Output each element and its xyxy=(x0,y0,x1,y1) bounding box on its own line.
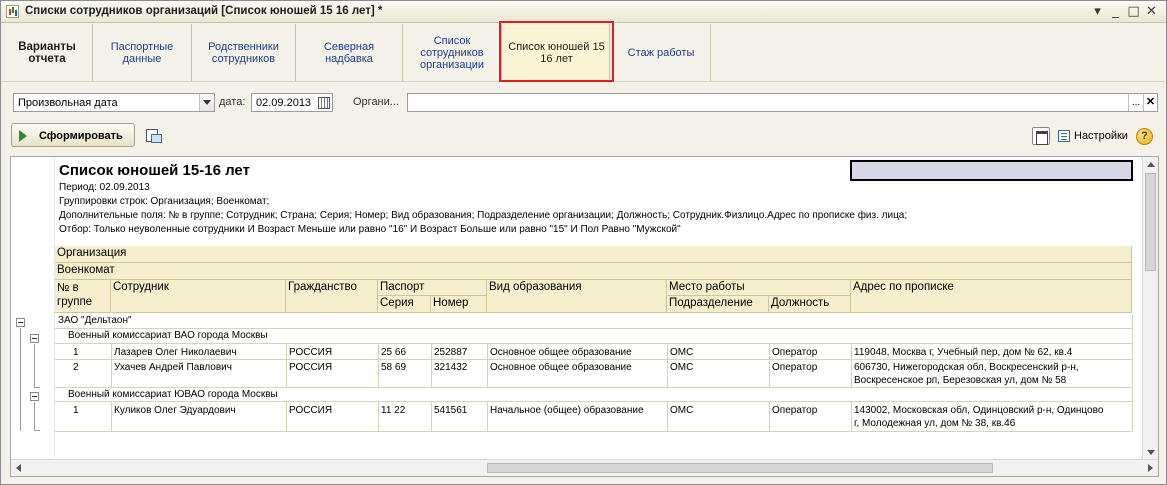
military-group-row[interactable]: Военный комиссариат ВАО города Москвы xyxy=(55,329,1132,344)
help-icon[interactable]: ? xyxy=(1136,128,1153,145)
grid-line xyxy=(431,344,432,387)
tab-employee-relatives[interactable]: Родственники сотрудников xyxy=(192,24,296,81)
header-employee: Сотрудник xyxy=(111,280,286,313)
grid-line xyxy=(378,344,379,387)
scroll-thumb[interactable] xyxy=(487,463,993,473)
grid-line xyxy=(111,344,112,387)
calendar-icon[interactable] xyxy=(316,95,331,110)
toolbar: Сформировать Настройки ? xyxy=(2,117,1165,155)
row-divider xyxy=(55,431,1132,432)
vertical-scrollbar[interactable] xyxy=(1142,157,1158,460)
tree-line xyxy=(34,387,40,388)
grid-line xyxy=(769,344,770,387)
tree-line xyxy=(34,430,40,431)
scroll-down-icon[interactable] xyxy=(1147,450,1155,455)
horizontal-scrollbar[interactable] xyxy=(11,459,1158,476)
tree-line xyxy=(34,344,35,388)
grid-line xyxy=(1132,314,1133,431)
tab-youth-15-16[interactable]: Список юношей 15 16 лет xyxy=(499,21,614,82)
date-label: дата: xyxy=(219,96,246,108)
collapse-org-icon[interactable] xyxy=(16,318,25,327)
report-spreadsheet[interactable]: Список юношей 15-16 лет Период: 02.09.20… xyxy=(10,156,1159,477)
header-education: Вид образования xyxy=(487,280,667,313)
grid-line xyxy=(769,402,770,431)
report-icon xyxy=(6,5,19,18)
tab-passport-data[interactable]: Паспортные данные xyxy=(93,24,192,81)
header-workplace: Место работы xyxy=(667,280,851,296)
grid-line xyxy=(851,344,852,387)
close-button[interactable]: ✕ xyxy=(1143,4,1160,20)
scroll-left-icon[interactable] xyxy=(16,464,21,472)
tree-line xyxy=(20,328,21,431)
generate-button[interactable]: Сформировать xyxy=(11,123,135,147)
report-title: Список юношей 15-16 лет xyxy=(59,162,250,179)
chevron-down-icon[interactable] xyxy=(199,94,214,111)
military-group-row[interactable]: Военный комиссариат ЮВАО города Москвы xyxy=(55,387,1132,402)
row-divider xyxy=(55,359,1132,360)
grid-line xyxy=(111,402,112,431)
header-organization: Организация xyxy=(55,246,1132,263)
tab-north-allowance[interactable]: Северная надбавка xyxy=(296,24,403,81)
collapse-group-icon[interactable] xyxy=(30,392,39,401)
maximize-button[interactable]: □ xyxy=(1125,4,1142,20)
org-group-row[interactable]: ЗАО "Дельтаон" xyxy=(55,314,1132,329)
header-series: Серия xyxy=(378,296,431,313)
header-passport: Паспорт xyxy=(378,280,487,296)
grid-line xyxy=(667,402,668,431)
tab-report-variants[interactable]: Варианты отчета xyxy=(2,24,93,81)
scroll-up-icon[interactable] xyxy=(1147,162,1155,167)
tree-line xyxy=(34,402,35,431)
collapse-group-icon[interactable] xyxy=(30,334,39,343)
report-window: Списки сотрудников организаций [Список ю… xyxy=(0,0,1167,485)
header-military-office: Военкомат xyxy=(55,263,1132,280)
select-organization-button[interactable]: ... xyxy=(1128,94,1143,111)
header-citizenship: Гражданство xyxy=(286,280,378,313)
tab-org-employee-list[interactable]: Список сотрудников организации xyxy=(403,24,502,81)
minimize-button[interactable]: _ xyxy=(1107,4,1124,20)
header-number: Номер xyxy=(431,296,487,313)
grid-line xyxy=(286,344,287,387)
layout-icon[interactable] xyxy=(1032,127,1050,145)
scroll-right-icon[interactable] xyxy=(1148,464,1153,472)
header-position: Должность xyxy=(769,296,851,313)
organization-field[interactable]: ... ✕ xyxy=(407,93,1158,112)
report-variant-tabs: Варианты отчета Паспортные данные Родств… xyxy=(2,21,1165,82)
report-extra-fields: Дополнительные поля: № в группе; Сотрудн… xyxy=(59,210,908,221)
grid-line xyxy=(487,344,488,387)
grouping-strip xyxy=(11,157,55,457)
report-period: Период: 02.09.2013 xyxy=(59,182,150,193)
scroll-thumb[interactable] xyxy=(1145,173,1156,271)
date-mode-select[interactable]: Произвольная дата xyxy=(13,93,215,112)
tab-work-experience[interactable]: Стаж работы xyxy=(612,24,711,81)
grid-line xyxy=(851,402,852,431)
grid-line xyxy=(667,344,668,387)
header-number-in-group: № в группе xyxy=(55,280,111,313)
grid-line xyxy=(286,402,287,431)
window-menu-button[interactable]: ▾ xyxy=(1089,4,1106,20)
clear-organization-button[interactable]: ✕ xyxy=(1143,94,1157,111)
list-settings-icon xyxy=(1058,130,1070,142)
window-title: Списки сотрудников организаций [Список ю… xyxy=(25,5,383,17)
header-department: Подразделение xyxy=(667,296,769,313)
grid-line xyxy=(487,402,488,431)
print-preview-icon[interactable] xyxy=(145,127,162,143)
header-address: Адрес по прописке xyxy=(851,280,1132,313)
report-logo-box xyxy=(850,160,1133,181)
organization-label: Органи... xyxy=(353,96,399,108)
date-input[interactable]: 02.09.2013 xyxy=(251,93,333,112)
grid-line xyxy=(378,402,379,431)
grid-line xyxy=(431,402,432,431)
filter-row: Произвольная дата дата: 02.09.2013 Орган… xyxy=(2,83,1165,117)
play-icon xyxy=(19,130,27,142)
title-bar: Списки сотрудников организаций [Список ю… xyxy=(1,1,1166,23)
report-filter: Отбор: Только неуволенные сотрудники И В… xyxy=(59,224,681,235)
report-grouping: Группировки строк: Организация; Военкома… xyxy=(59,196,270,207)
